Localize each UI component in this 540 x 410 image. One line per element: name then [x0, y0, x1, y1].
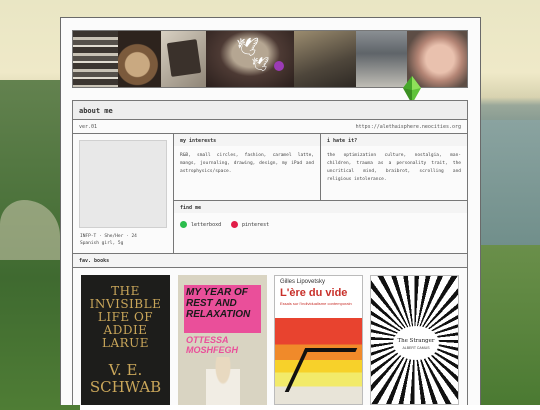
book-title: L'ère du vide: [280, 287, 348, 299]
banner-photo-cassettes: [73, 31, 118, 87]
book-author: V. E. SCHWAB: [89, 361, 162, 396]
book-title: The Stranger: [397, 338, 435, 344]
letterboxd-label: letterboxd: [191, 221, 222, 228]
dove-icon: 🕊: [251, 57, 270, 73]
banner-photo-desk: [293, 31, 356, 87]
book-title: THE INVISIBLE LIFE OF ADDIE LARUE: [89, 284, 162, 350]
flower-icon: [274, 61, 285, 71]
book-author: OTTESSA MOSHFEGH: [186, 335, 239, 355]
version-label: ver.01: [79, 124, 98, 130]
cover-center: The Stranger ALBERT CAMUS: [393, 326, 439, 360]
book-cover-rest-relaxation[interactable]: MY YEAR OF REST AND RELAXATION OTTESSA M…: [178, 275, 267, 405]
dove-icon: 🕊: [236, 37, 260, 58]
letterboxd-link[interactable]: letterboxd: [180, 221, 221, 228]
find-me-heading: find me: [174, 201, 467, 213]
book-cover-addie-larue[interactable]: THE INVISIBLE LIFE OF ADDIE LARUE V. E. …: [81, 275, 170, 405]
book-author: ALBERT CAMUS: [402, 346, 430, 350]
book-title: MY YEAR OF REST AND RELAXATION: [186, 287, 251, 320]
book-cover-ere-du-vide[interactable]: Gilles Lipovetsky L'ère du vide Essais s…: [274, 275, 363, 405]
pinterest-label: pinterest: [242, 221, 270, 228]
hates-text: the optimization culture, nostalgia, man…: [327, 153, 461, 182]
fav-books-heading: fav. books: [72, 254, 468, 268]
site-url-link[interactable]: https://alethaisphere.neocities.org: [356, 124, 461, 130]
avatar: [79, 140, 167, 228]
divider: [173, 134, 174, 254]
hates-heading: i hate it?: [321, 134, 467, 146]
section-title-about: about me: [72, 100, 468, 120]
pinterest-link[interactable]: pinterest: [231, 221, 269, 228]
pinterest-icon: [231, 221, 238, 228]
interests-text: R&B, small circles, fashion, caramel lat…: [180, 153, 314, 174]
banner-photo-shells: [117, 31, 161, 87]
book-author: Gilles Lipovetsky: [280, 279, 326, 285]
banner-photo-notebook: [160, 31, 207, 87]
book-subtitle: Essais sur l'individualisme contemporain: [280, 301, 352, 306]
letterboxd-icon: [180, 221, 187, 228]
cover-art: [275, 318, 362, 404]
book-cover-the-stranger[interactable]: The Stranger ALBERT CAMUS: [370, 275, 459, 405]
banner-photo-doves: 🕊 🕊: [206, 31, 294, 87]
banner-photo-street: [355, 31, 408, 87]
bio-text: INFP-T · She/Her · 24 Spanish girl, 5g: [80, 234, 137, 246]
interests-heading: my interests: [174, 134, 320, 146]
cover-figure: [206, 357, 240, 405]
meta-bar: ver.01 https://alethaisphere.neocities.o…: [72, 120, 468, 134]
